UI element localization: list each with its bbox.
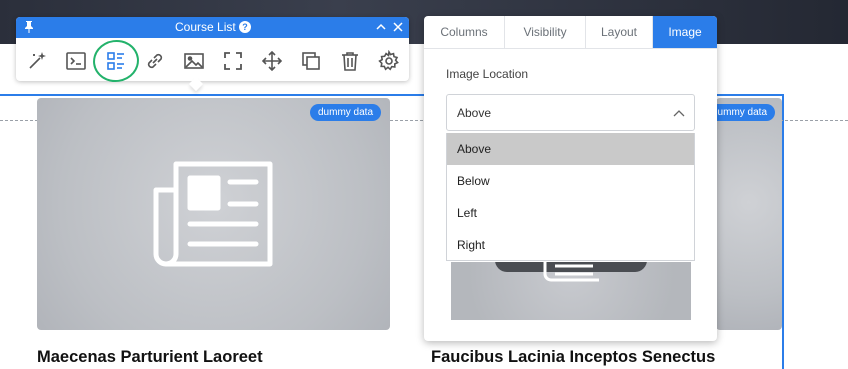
help-icon[interactable]: ? [239, 21, 251, 33]
course-card-title[interactable]: Maecenas Parturient Laoreet [37, 348, 263, 367]
option-right[interactable]: Right [447, 229, 694, 261]
image-icon[interactable] [183, 50, 205, 72]
selected-module-outline-right [782, 94, 784, 369]
move-icon[interactable] [261, 50, 283, 72]
course-card-title[interactable]: Faucibus Lacinia Inceptos Senectus [431, 348, 715, 367]
image-location-label: Image Location [446, 67, 529, 81]
option-below[interactable]: Below [447, 165, 694, 197]
module-toolbar: Course List ? [16, 17, 409, 85]
highlight-circle-annotation [90, 37, 142, 85]
module-settings-panel: Columns Visibility Layout Image Image Lo… [424, 16, 717, 341]
trash-icon[interactable] [339, 50, 361, 72]
newspaper-icon [543, 262, 599, 282]
duplicate-icon[interactable] [300, 50, 322, 72]
newspaper-icon [153, 161, 273, 267]
tab-columns[interactable]: Columns [424, 16, 505, 48]
select-value: Above [457, 106, 492, 120]
toolbar-title: Course List [175, 20, 236, 34]
fullscreen-icon[interactable] [222, 50, 244, 72]
toolbar-header[interactable]: Course List ? [16, 17, 409, 38]
image-location-select[interactable]: Above [446, 94, 695, 131]
gear-icon[interactable] [378, 50, 400, 72]
tab-visibility[interactable]: Visibility [505, 16, 586, 48]
close-icon[interactable] [392, 20, 404, 34]
magic-wand-icon[interactable] [26, 50, 48, 72]
settings-tabs: Columns Visibility Layout Image [424, 16, 717, 49]
tab-image[interactable]: Image [653, 16, 717, 48]
tab-layout[interactable]: Layout [586, 16, 653, 48]
page-builder-canvas: dummy data Maecenas Parturient Laoreet d… [0, 0, 848, 369]
dummy-data-badge: dummy data [310, 104, 382, 121]
code-icon[interactable] [65, 50, 87, 72]
pin-icon[interactable] [22, 20, 36, 34]
course-card-image[interactable] [716, 98, 782, 330]
link-icon[interactable] [144, 50, 166, 72]
option-above[interactable]: Above [447, 133, 694, 165]
canvas-gutter [810, 44, 848, 94]
image-preview [451, 262, 691, 320]
chevron-up-icon[interactable] [375, 20, 387, 34]
chevron-up-icon [673, 110, 685, 117]
image-location-options: Above Below Left Right [446, 133, 695, 261]
option-left[interactable]: Left [447, 197, 694, 229]
